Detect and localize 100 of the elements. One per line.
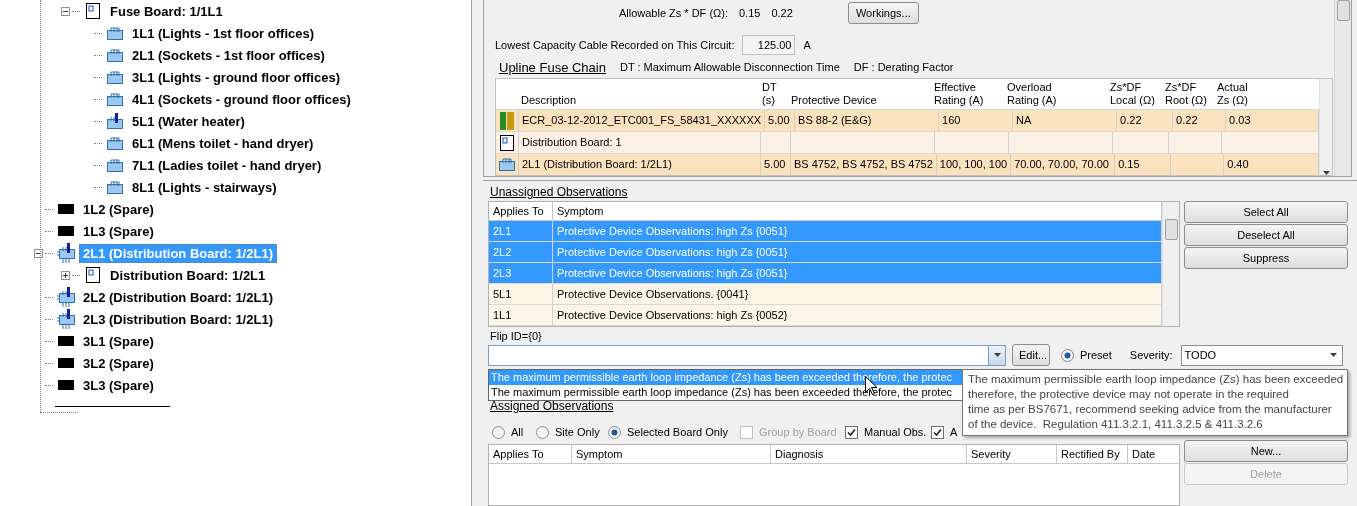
- dropdown-arrow-icon[interactable]: [993, 353, 1001, 357]
- tree-item[interactable]: 1L1 (Lights - 1st floor offices): [128, 23, 318, 43]
- fuse-icon: [500, 111, 514, 130]
- table-cell: ECR_03-12-2012_ETC001_FS_58431_XXXXXX: [522, 114, 762, 126]
- tree-item[interactable]: 3L1 (Lights - ground floor offices): [128, 67, 344, 87]
- tree-item[interactable]: 3L1 (Spare): [79, 331, 158, 351]
- tree-item[interactable]: 8L1 (Lights - stairways): [128, 177, 281, 197]
- spare-block-icon: [58, 380, 74, 390]
- board-icon: [86, 3, 100, 19]
- table-cell: 0.03: [1229, 114, 1251, 126]
- column-header: Applies To: [489, 445, 572, 463]
- checkbox-label: A: [950, 426, 958, 438]
- column-header: Actual Zs (Ω): [1216, 80, 1249, 108]
- circuit-icon: [107, 70, 123, 84]
- column-header: Diagnosis: [771, 445, 967, 463]
- board-icon: [86, 267, 100, 283]
- tree-item[interactable]: 7L1 (Ladies toilet - hand dryer): [128, 155, 326, 175]
- tree-item[interactable]: 3L2 (Spare): [79, 353, 158, 373]
- tree-item[interactable]: 6L1 (Mens toilet - hand dryer): [128, 133, 318, 153]
- feeder-circuit-icon: [57, 309, 75, 329]
- flip-id-label: Flip ID={0}: [489, 330, 543, 344]
- allowable-zs-value: 0.15: [739, 7, 761, 19]
- table-cell: 5.00: [768, 114, 790, 126]
- feeder-circuit-icon: [57, 243, 75, 263]
- upline-fuse-chain-title: Upline Fuse Chain: [499, 59, 606, 75]
- tree-item[interactable]: 2L2 (Distribution Board: 1/2L1): [79, 287, 277, 307]
- section-title: Assigned Observations: [489, 399, 614, 415]
- preset-label: Preset: [1080, 349, 1112, 361]
- expand-icon[interactable]: [61, 270, 70, 280]
- feeder-circuit-icon: [57, 287, 75, 307]
- capacity-field[interactable]: 125.00: [742, 35, 796, 55]
- allowable-zs-value: 0.22: [771, 7, 793, 19]
- circuit-icon: [107, 26, 123, 40]
- column-header: Symptom: [572, 445, 771, 463]
- table-cell: 0.22: [1120, 114, 1142, 126]
- scroll-down-icon[interactable]: [1322, 171, 1330, 175]
- table-cell: BS 4752, BS 4752, BS 4752: [794, 158, 933, 170]
- filter-label: Selected Board Only: [627, 426, 728, 438]
- circuit-icon: [499, 158, 515, 171]
- column-header: Overload Rating (A): [1006, 80, 1058, 108]
- switched-circuit-icon: [107, 113, 123, 129]
- table-cell: 100, 100, 100: [939, 158, 1008, 170]
- column-header: Effective Rating (A): [933, 80, 985, 108]
- observation-row[interactable]: 5L1 Protective Device Observations. {0041}: [489, 284, 1162, 305]
- table-cell: 160: [942, 114, 961, 126]
- allowable-zs-label: Allowable Zs * DF (Ω):: [617, 7, 728, 19]
- table-cell: 0.15: [1118, 158, 1140, 170]
- circuit-icon: [107, 158, 123, 172]
- column-header: Protective Device: [790, 93, 878, 108]
- unit-label: A: [803, 39, 811, 51]
- circuit-icon: [107, 180, 123, 194]
- legend-text: DF : Derating Factor: [853, 61, 954, 73]
- action-button[interactable]: Deselect All: [1184, 224, 1348, 246]
- tree-item[interactable]: 2L3 (Distribution Board: 1/2L1): [79, 309, 277, 329]
- dropdown-arrow-icon[interactable]: [1330, 353, 1338, 357]
- radio-button[interactable]: [492, 425, 505, 439]
- edit-button[interactable]: Edit...: [1012, 344, 1050, 366]
- tree-item[interactable]: 5L1 (Water heater): [128, 111, 249, 131]
- action-button[interactable]: New...: [1184, 440, 1348, 462]
- table-cell: 0.40: [1227, 158, 1249, 170]
- column-header: Zs*DF Local (Ω): [1109, 80, 1156, 108]
- checkbox-label: Manual Obs.: [864, 426, 927, 438]
- table-cell: 0.22: [1176, 114, 1198, 126]
- collapse-icon[interactable]: [34, 248, 43, 258]
- scrollbar-thumb[interactable]: [1165, 219, 1178, 240]
- tree-item[interactable]: 3L3 (Spare): [79, 375, 158, 395]
- table-cell: NA: [1016, 114, 1032, 126]
- collapse-icon[interactable]: [61, 6, 70, 16]
- spare-block-icon: [58, 358, 74, 368]
- workings-button[interactable]: Workings...: [847, 2, 919, 24]
- lowest-capacity-label: Lowest Capacity Cable Recorded on This Circuit:: [495, 39, 735, 51]
- radio-button[interactable]: [1061, 348, 1074, 362]
- severity-combo[interactable]: TODO: [1180, 344, 1343, 366]
- action-button[interactable]: Select All: [1184, 201, 1348, 223]
- filter-label: All: [511, 426, 524, 438]
- circuit-icon: [107, 136, 123, 150]
- checkbox[interactable]: [931, 425, 944, 439]
- circuit-icon: [107, 92, 123, 106]
- spare-block-icon: [58, 336, 74, 346]
- radio-button[interactable]: [608, 425, 621, 439]
- column-header: DT (s): [761, 80, 778, 108]
- checkbox[interactable]: [845, 425, 858, 439]
- column-header: Severity: [967, 445, 1057, 463]
- column-header: Applies To: [489, 202, 553, 220]
- table-cell: 70.00, 70.00, 70.00: [1014, 158, 1109, 170]
- tree-item[interactable]: 2L1 (Sockets - 1st floor offices): [128, 45, 329, 65]
- radio-button[interactable]: [536, 425, 549, 439]
- table-cell: 5.00: [764, 158, 786, 170]
- action-button[interactable]: Suppress: [1184, 247, 1348, 269]
- tree-item[interactable]: 4L1 (Sockets - ground floor offices): [128, 89, 355, 109]
- severity-label: Severity:: [1129, 349, 1173, 361]
- scrollbar-thumb[interactable]: [1337, 0, 1350, 21]
- tooltip: The maximum permissible earth loop impedance (Zs) has been exceeded therefore, the protective device may not operate in the required time as per BS7671, recommend seeking advice from the manufacturer of the device. Regulation 411.3.2.1, 411.3.2.5 & 411.3.2.6: [962, 369, 1349, 436]
- table-cell: 2L1 (Distribution Board: 1/2L1): [522, 158, 672, 170]
- tree-item[interactable]: 1L3 (Spare): [79, 221, 158, 241]
- observation-row[interactable]: 1L1 Protective Device Observations: high Zs {0052}: [489, 305, 1162, 326]
- table-cell: BS 88-2 (E&G): [798, 114, 872, 126]
- tree-item[interactable]: Distribution Board: 1/2L1: [106, 265, 270, 285]
- tree-item[interactable]: 1L2 (Spare): [79, 199, 158, 219]
- tree-item[interactable]: Fuse Board: 1/1L1: [106, 1, 227, 21]
